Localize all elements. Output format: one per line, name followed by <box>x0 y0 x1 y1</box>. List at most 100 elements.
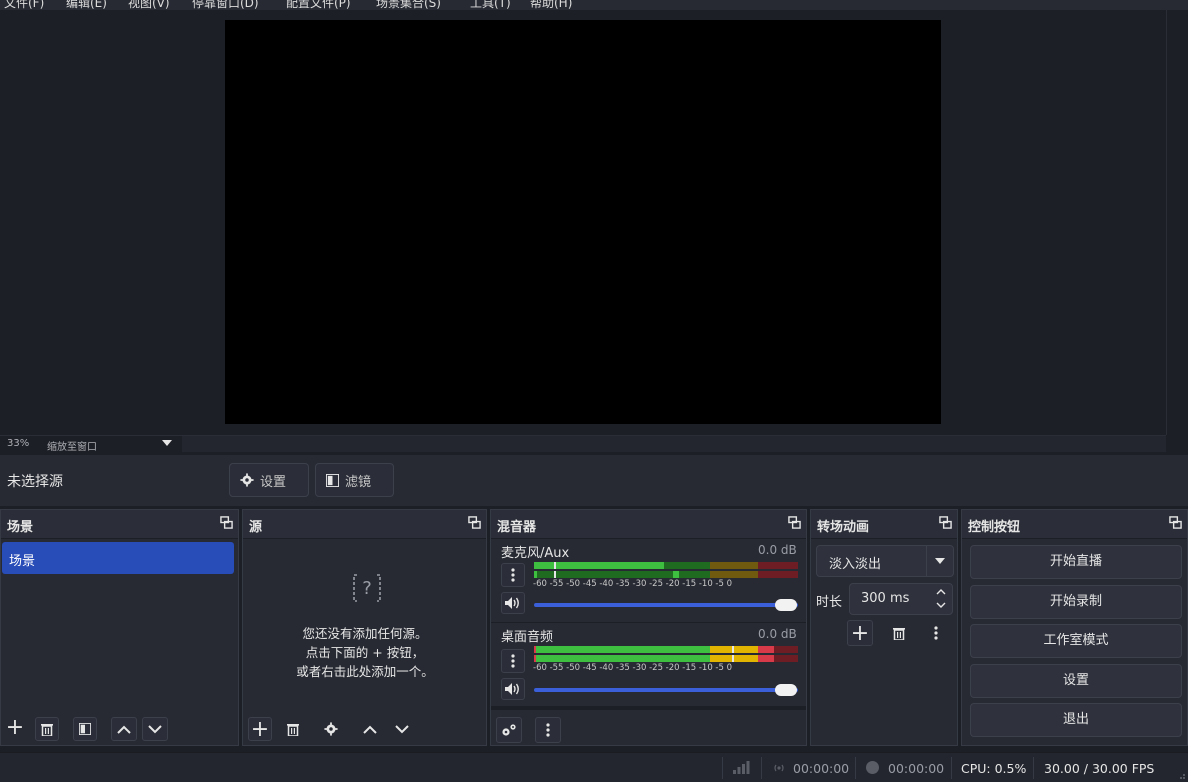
transitions-header: 转场动画 <box>811 510 957 539</box>
source-properties-button[interactable] <box>319 717 343 741</box>
mixer-header: 混音器 <box>491 510 806 539</box>
record-icon <box>866 761 879 774</box>
menu-view[interactable]: 视图(V) <box>128 0 170 10</box>
undock-icon[interactable] <box>220 516 233 529</box>
speaker-icon <box>505 597 519 609</box>
preview-vertical-scrollbar[interactable] <box>1166 10 1188 435</box>
exit-button[interactable]: 退出 <box>970 703 1182 737</box>
chevron-down-icon[interactable] <box>936 602 946 609</box>
mixer-level-meter <box>534 571 798 578</box>
mute-button[interactable] <box>501 678 525 700</box>
remove-source-button[interactable] <box>281 717 305 741</box>
chevron-up-icon[interactable] <box>936 588 946 595</box>
no-source-selected: 未选择源 <box>7 474 63 490</box>
mixer-dock: 混音器 麦克风/Aux 0.0 dB -60 -55 -50 -45 -40 -… <box>490 509 807 746</box>
mixer-channel-name: 桌面音频 <box>501 630 554 645</box>
undock-icon[interactable] <box>468 516 481 529</box>
trash-icon <box>893 627 905 640</box>
volume-slider[interactable] <box>534 688 798 692</box>
undock-icon[interactable] <box>788 516 801 529</box>
scene-item-label: 场景 <box>9 554 36 569</box>
menu-tools[interactable]: 工具(T) <box>470 0 511 10</box>
add-transition-button[interactable]: + <box>847 620 873 646</box>
volume-slider[interactable] <box>534 603 798 607</box>
move-scene-up-button[interactable] <box>111 717 137 741</box>
stream-time: 00:00:00 <box>793 761 850 776</box>
transitions-title: 转场动画 <box>817 520 870 535</box>
chevron-down-icon <box>935 558 945 564</box>
mixer-menu-button[interactable] <box>535 717 561 743</box>
more-vertical-icon <box>511 568 515 582</box>
transition-selected-value: 淡入淡出 <box>829 557 882 572</box>
source-settings-button[interactable]: 设置 <box>229 463 309 497</box>
plus-icon: + <box>250 716 270 742</box>
menu-edit[interactable]: 编辑(E) <box>66 0 107 10</box>
gears-icon <box>502 724 516 736</box>
menu-help[interactable]: 帮助(H) <box>530 0 572 10</box>
menu-profile[interactable]: 配置文件(P) <box>286 0 351 10</box>
mixer-channel-menu-button[interactable] <box>501 649 525 673</box>
settings-button[interactable]: 设置 <box>970 664 1182 698</box>
preview-canvas[interactable] <box>225 20 941 424</box>
duration-label: 时长 <box>816 595 843 610</box>
preview-horizontal-scrollbar[interactable] <box>182 436 1166 452</box>
menu-docks[interactable]: 停靠窗口(D) <box>192 0 259 10</box>
fps-indicator: 30.00 / 30.00 FPS <box>1044 761 1155 776</box>
menu-file[interactable]: 文件(F) <box>4 0 44 10</box>
scene-list-item[interactable]: 场景 <box>2 542 234 574</box>
menu-scene-collection[interactable]: 场景集合(S) <box>376 0 441 10</box>
source-filters-button[interactable]: 滤镜 <box>315 463 394 497</box>
trash-icon <box>287 723 299 736</box>
scenes-dock: 场景 场景 + <box>0 509 239 746</box>
transition-select[interactable]: 淡入淡出 <box>816 545 954 577</box>
move-scene-down-button[interactable] <box>142 717 168 741</box>
add-source-button[interactable]: + <box>248 716 272 742</box>
record-time: 00:00:00 <box>888 761 945 776</box>
sources-empty-line2: 点击下面的 + 按钮， <box>305 645 425 660</box>
mixer-channel-db: 0.0 dB <box>758 543 797 557</box>
zoom-percent: 33% <box>7 438 30 449</box>
add-scene-button[interactable]: + <box>4 714 26 740</box>
volume-slider-handle[interactable] <box>775 599 797 611</box>
start-recording-button[interactable]: 开始录制 <box>970 585 1182 619</box>
undock-icon[interactable] <box>1169 516 1182 529</box>
trash-icon <box>41 723 53 736</box>
mixer-title: 混音器 <box>497 520 537 535</box>
mixer-channel-db: 0.0 dB <box>758 627 797 641</box>
mixer-level-meter <box>534 646 798 653</box>
cpu-usage: CPU: 0.5% <box>961 761 1027 776</box>
more-vertical-icon <box>546 723 550 737</box>
transition-menu-button[interactable] <box>924 620 948 646</box>
zoom-dropdown-icon[interactable] <box>162 440 172 446</box>
volume-slider-handle[interactable] <box>775 684 797 696</box>
mixer-level-meter <box>534 562 798 569</box>
remove-transition-button[interactable] <box>887 620 911 646</box>
source-filters-label: 滤镜 <box>345 474 372 490</box>
question-mark-icon: ? <box>353 574 381 602</box>
resize-grip-icon[interactable] <box>1178 772 1186 780</box>
studio-mode-button[interactable]: 工作室模式 <box>970 624 1182 658</box>
duration-input[interactable]: 300 ms <box>849 583 953 615</box>
scenes-header: 场景 <box>1 510 238 539</box>
start-streaming-button[interactable]: 开始直播 <box>970 545 1182 579</box>
move-source-down-button[interactable] <box>389 717 415 741</box>
plus-icon: + <box>5 714 25 740</box>
transitions-dock: 转场动画 淡入淡出 时长 300 ms + <box>810 509 958 746</box>
zoom-bar: 33% 缩放至窗口 <box>0 435 1166 453</box>
chevron-up-icon <box>363 725 377 734</box>
sources-empty-line3: 或者右击此处添加一个。 <box>296 664 434 679</box>
mute-button[interactable] <box>501 592 525 614</box>
mixer-meter-scale: -60 -55 -50 -45 -40 -35 -30 -25 -20 -15 … <box>533 579 733 589</box>
zoom-mode[interactable]: 缩放至窗口 <box>47 438 97 453</box>
mixer-advanced-audio-button[interactable] <box>496 717 522 743</box>
filter-icon <box>79 723 91 735</box>
move-source-up-button[interactable] <box>357 717 383 741</box>
sources-empty-line1: 您还没有添加任何源。 <box>302 626 428 641</box>
scene-filters-button[interactable] <box>73 717 97 741</box>
source-toolbar: 未选择源 设置 滤镜 <box>0 455 1188 506</box>
speaker-icon <box>505 683 519 695</box>
remove-scene-button[interactable] <box>35 717 59 741</box>
mixer-channel-menu-button[interactable] <box>501 563 525 587</box>
undock-icon[interactable] <box>939 516 952 529</box>
scenes-title: 场景 <box>7 520 34 535</box>
